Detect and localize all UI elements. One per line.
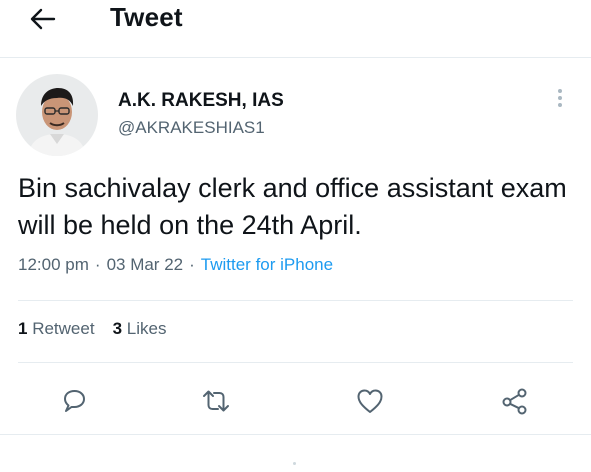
tweet-source-link[interactable]: Twitter for iPhone <box>201 255 333 274</box>
author-name[interactable]: A.K. RAKESH, IAS <box>118 90 284 112</box>
author-handle[interactable]: @AKRAKESHIAS1 <box>118 118 265 138</box>
profile-photo <box>16 74 98 156</box>
retweets-label: Retweet <box>32 319 95 338</box>
likes-count: 3 <box>112 319 123 338</box>
share-icon <box>502 388 527 415</box>
tweet-date: 03 Mar 22 <box>106 255 184 274</box>
tweet-stats: 1 Retweet 3 Likes <box>18 319 166 339</box>
more-options-button[interactable] <box>553 86 567 114</box>
back-button[interactable] <box>28 4 58 34</box>
tweet-meta: 12:00 pm · 03 Mar 22 · Twitter for iPhone <box>18 255 333 275</box>
arrow-left-icon <box>30 8 56 30</box>
share-button[interactable] <box>499 385 531 417</box>
like-icon <box>357 389 383 413</box>
scroll-indicator <box>293 462 296 465</box>
meta-separator: · <box>94 255 101 274</box>
retweet-button[interactable] <box>200 385 232 417</box>
reply-icon <box>64 390 85 412</box>
retweets-stat[interactable]: 1 Retweet <box>18 319 95 338</box>
header-bar: Tweet <box>0 0 591 52</box>
retweets-count: 1 <box>18 319 28 338</box>
tweet-time: 12:00 pm <box>18 255 89 274</box>
likes-stat[interactable]: 3 Likes <box>113 319 167 338</box>
header-divider <box>0 57 591 58</box>
page-title: Tweet <box>110 2 183 32</box>
likes-label: Likes <box>126 319 167 338</box>
tweet-text: Bin sachivalay clerk and office assistan… <box>18 173 567 240</box>
meta-separator: · <box>189 255 195 274</box>
stats-divider <box>18 362 573 363</box>
meta-divider <box>18 300 573 301</box>
more-vertical-icon <box>553 89 567 107</box>
like-button[interactable] <box>354 385 386 417</box>
reply-button[interactable] <box>58 385 90 417</box>
retweet-icon <box>203 390 229 412</box>
avatar[interactable] <box>16 74 98 156</box>
actions-divider <box>0 434 591 435</box>
